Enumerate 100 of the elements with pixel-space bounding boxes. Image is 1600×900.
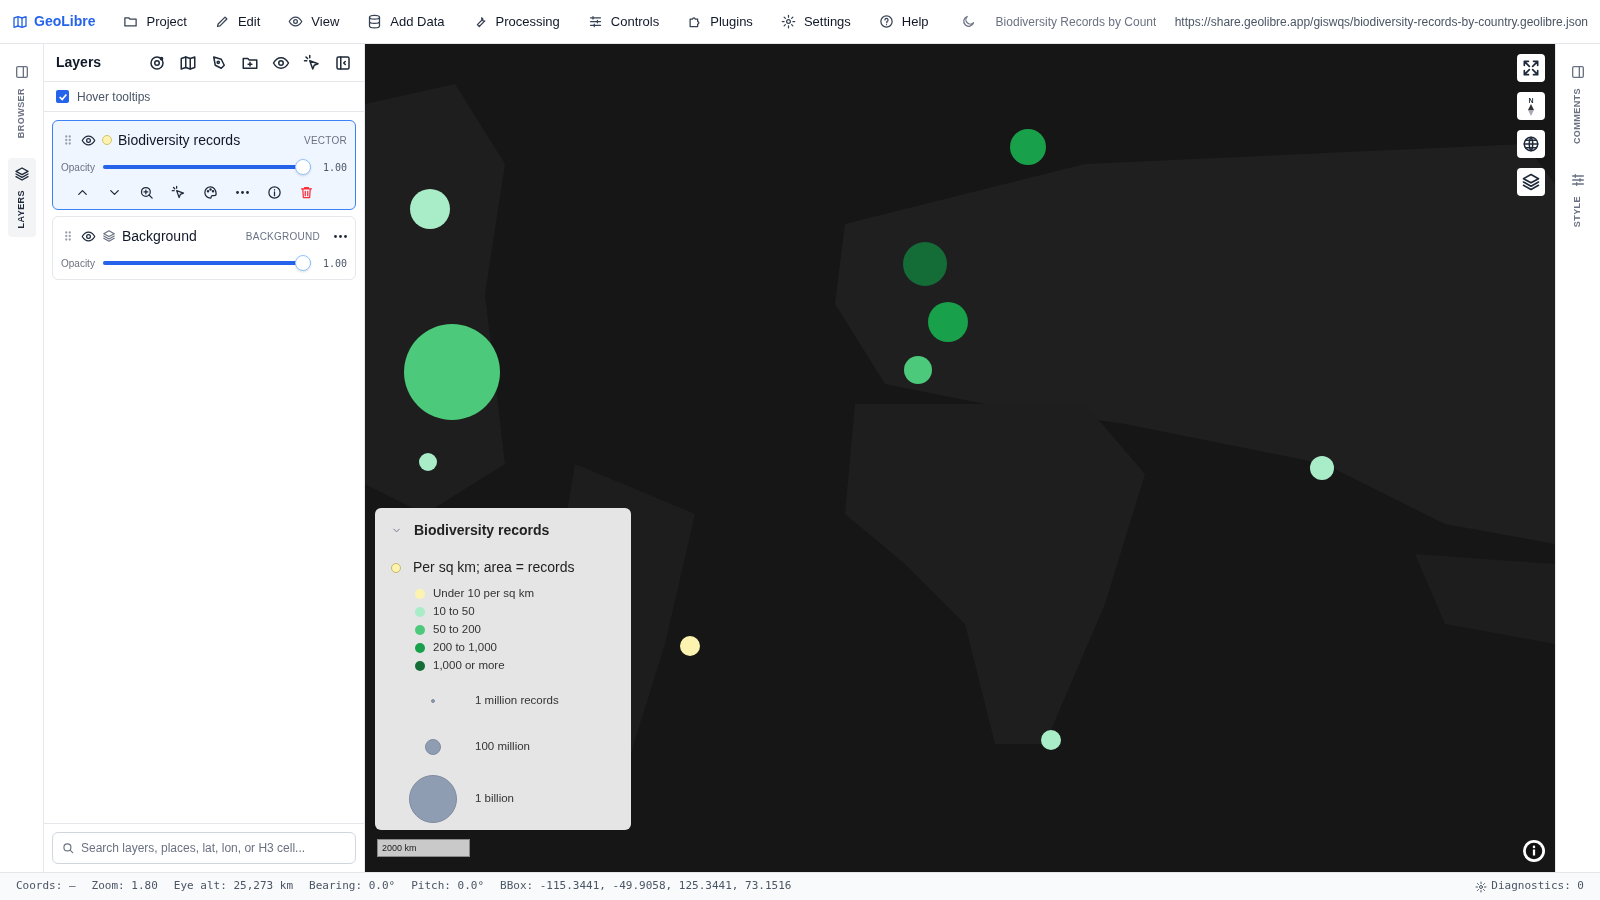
status-text: BBox: -115.3441, -49.9058, 125.3441, 73.1516 bbox=[500, 878, 792, 895]
app-logo[interactable]: GeoLibre bbox=[12, 11, 96, 32]
legend-label: 50 to 200 bbox=[433, 621, 481, 637]
opacity-slider[interactable] bbox=[102, 255, 311, 271]
pencil-icon bbox=[214, 14, 230, 29]
pen-button[interactable] bbox=[210, 53, 228, 72]
globe-icon bbox=[1522, 135, 1540, 153]
menu-item[interactable]: Project bbox=[111, 6, 199, 37]
legend-label: 10 to 50 bbox=[433, 603, 475, 619]
map-icon bbox=[179, 53, 197, 72]
palette-icon bbox=[202, 184, 218, 200]
legend-title: Biodiversity records bbox=[414, 521, 550, 540]
layer-name: Biodiversity records bbox=[118, 130, 241, 150]
more-icon bbox=[334, 234, 347, 238]
info-icon bbox=[1525, 842, 1543, 860]
folder-icon bbox=[123, 14, 139, 29]
checkbox[interactable] bbox=[56, 90, 69, 103]
menu-item[interactable]: Settings bbox=[768, 6, 863, 37]
search-field[interactable]: Search layers, places, lat, lon, or H3 cell... bbox=[52, 832, 356, 864]
eye-icon bbox=[81, 132, 96, 148]
menu-item[interactable]: View bbox=[276, 6, 352, 37]
legend-label: 100 million bbox=[475, 739, 530, 755]
menu-item[interactable]: Add Data bbox=[355, 6, 457, 37]
globe-button[interactable] bbox=[1517, 130, 1545, 158]
project-url: https://share.geolibre.app/giswqs/biodiversity-records-by-country.geolibre.json bbox=[1174, 13, 1588, 31]
scale-bar: 2000 km bbox=[377, 839, 470, 857]
status-text: Bearing: 0.0° bbox=[309, 878, 396, 895]
collapse-panel-button[interactable] bbox=[334, 53, 352, 72]
pen-icon bbox=[210, 53, 228, 72]
sidebar-tab[interactable]: LAYERS bbox=[7, 158, 36, 237]
status-text: Pitch: 0.0° bbox=[411, 878, 484, 895]
slider-thumb[interactable] bbox=[295, 159, 311, 175]
checkbox-label: Hover tooltips bbox=[77, 88, 151, 106]
opacity-label: Opacity bbox=[61, 160, 95, 175]
opacity-value: 1.00 bbox=[321, 256, 347, 271]
fullscreen-button[interactable] bbox=[1517, 54, 1545, 82]
layer-type: BACKGROUND bbox=[245, 229, 320, 244]
needle-icon bbox=[1528, 103, 1534, 116]
database-icon bbox=[367, 14, 383, 29]
menu-item[interactable]: Processing bbox=[460, 6, 572, 37]
pick-button[interactable] bbox=[169, 183, 187, 201]
panel-icon bbox=[13, 64, 30, 80]
status-text: Zoom: 1.80 bbox=[91, 878, 158, 895]
trash-icon bbox=[298, 184, 314, 200]
sidebar-tab[interactable]: COMMENTS bbox=[1564, 56, 1592, 153]
orbit-icon bbox=[148, 53, 166, 72]
opacity-value: 1.00 bbox=[321, 160, 347, 175]
legend-label: 200 to 1,000 bbox=[433, 639, 497, 655]
status-text: Coords: — bbox=[16, 878, 76, 895]
search-icon bbox=[61, 841, 75, 855]
legend-swatch bbox=[391, 562, 401, 573]
sliders-icon bbox=[1570, 172, 1586, 189]
sidebar-tab[interactable]: BROWSER bbox=[7, 56, 36, 147]
slider-thumb[interactable] bbox=[295, 255, 311, 271]
layer-name: Background bbox=[122, 226, 197, 246]
eye-icon bbox=[81, 228, 96, 244]
legend-label: 1 billion bbox=[475, 791, 514, 807]
menu-item[interactable]: Help bbox=[866, 6, 941, 37]
visibility-toggle[interactable] bbox=[81, 132, 96, 148]
layers-icon bbox=[102, 229, 116, 243]
visibility-toggle[interactable] bbox=[81, 228, 96, 244]
legend-label: 1 million records bbox=[475, 693, 559, 709]
cursor-click-button[interactable] bbox=[303, 53, 321, 72]
layers-button[interactable] bbox=[1517, 168, 1545, 196]
eye-icon bbox=[288, 14, 304, 29]
menu-item[interactable]: Controls bbox=[575, 6, 672, 37]
panel-icon bbox=[1570, 64, 1586, 80]
orbit-button[interactable] bbox=[148, 53, 166, 72]
legend-subtitle: Per sq km; area = records bbox=[413, 558, 575, 577]
menu-item[interactable]: Plugins bbox=[675, 6, 765, 37]
zoom-in-icon bbox=[138, 184, 154, 200]
settings-icon bbox=[780, 14, 796, 29]
panel-title: Layers bbox=[56, 53, 102, 72]
style-button[interactable] bbox=[201, 183, 219, 201]
more-icon bbox=[235, 190, 249, 194]
more-button[interactable] bbox=[334, 234, 347, 238]
layer-card[interactable]: Biodiversity records VECTOR Opacity 1.00 bbox=[52, 120, 356, 210]
map-icon bbox=[12, 13, 28, 30]
layer-type: VECTOR bbox=[304, 133, 347, 148]
legend-label: Under 10 per sq km bbox=[433, 585, 534, 601]
opacity-label: Opacity bbox=[61, 256, 95, 271]
opacity-slider[interactable] bbox=[102, 159, 311, 175]
info-button[interactable] bbox=[265, 183, 283, 201]
help-icon bbox=[878, 14, 894, 29]
sidebar-tab[interactable]: STYLE bbox=[1564, 164, 1592, 236]
menu-item[interactable]: Edit bbox=[202, 6, 273, 37]
map-button[interactable] bbox=[179, 53, 197, 72]
cursor-click-icon bbox=[303, 53, 321, 72]
layer-card[interactable]: Background BACKGROUND Opacity 1.00 bbox=[52, 216, 356, 280]
layers-icon bbox=[13, 166, 30, 183]
gear-icon bbox=[1475, 880, 1488, 893]
layers-icon bbox=[1521, 172, 1541, 192]
moon-icon[interactable] bbox=[960, 14, 976, 29]
expand-icon bbox=[1521, 58, 1541, 78]
collapse-panel-icon bbox=[334, 53, 352, 72]
status-text: Eye alt: 25,273 km bbox=[173, 878, 294, 895]
project-title: Biodiversity Records by Count bbox=[995, 13, 1156, 31]
diagnostics-button[interactable]: Diagnostics: 0 bbox=[1475, 878, 1584, 895]
cursor-click-icon bbox=[170, 184, 186, 200]
legend-label: 1,000 or more bbox=[433, 657, 505, 673]
